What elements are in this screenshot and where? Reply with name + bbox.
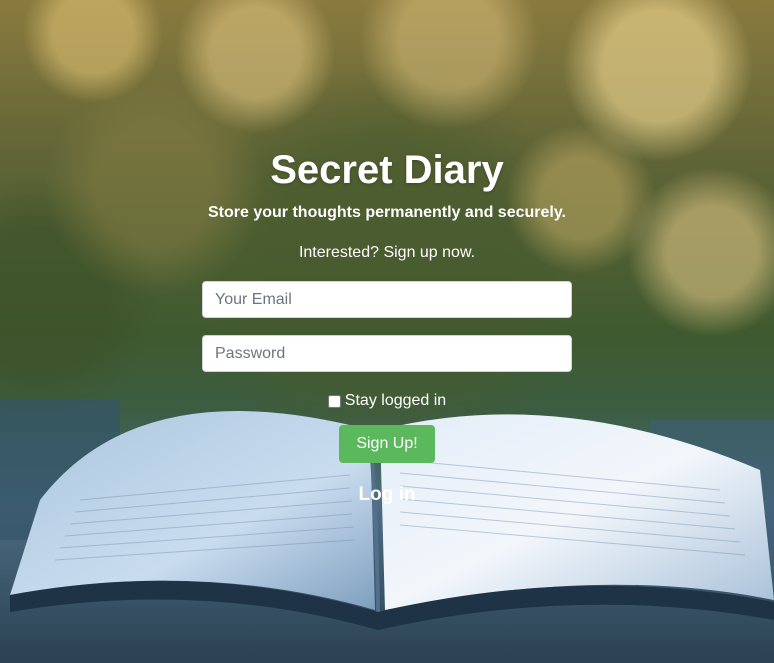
password-field[interactable] — [202, 335, 572, 372]
signup-panel: Secret Diary Store your thoughts permane… — [0, 0, 774, 663]
sign-up-button[interactable]: Sign Up! — [339, 425, 435, 463]
email-field[interactable] — [202, 281, 572, 318]
stay-logged-in-row: Stay logged in — [0, 392, 774, 410]
stay-logged-in-label: Stay logged in — [344, 392, 447, 409]
stay-logged-in-checkbox[interactable] — [327, 394, 341, 408]
page-title: Secret Diary — [270, 148, 504, 192]
log-in-link[interactable]: Log in — [0, 484, 774, 506]
signup-prompt: Interested? Sign up now. — [298, 244, 476, 261]
page-root: Secret Diary Store your thoughts permane… — [0, 0, 774, 663]
page-subtitle: Store your thoughts permanently and secu… — [208, 204, 566, 221]
